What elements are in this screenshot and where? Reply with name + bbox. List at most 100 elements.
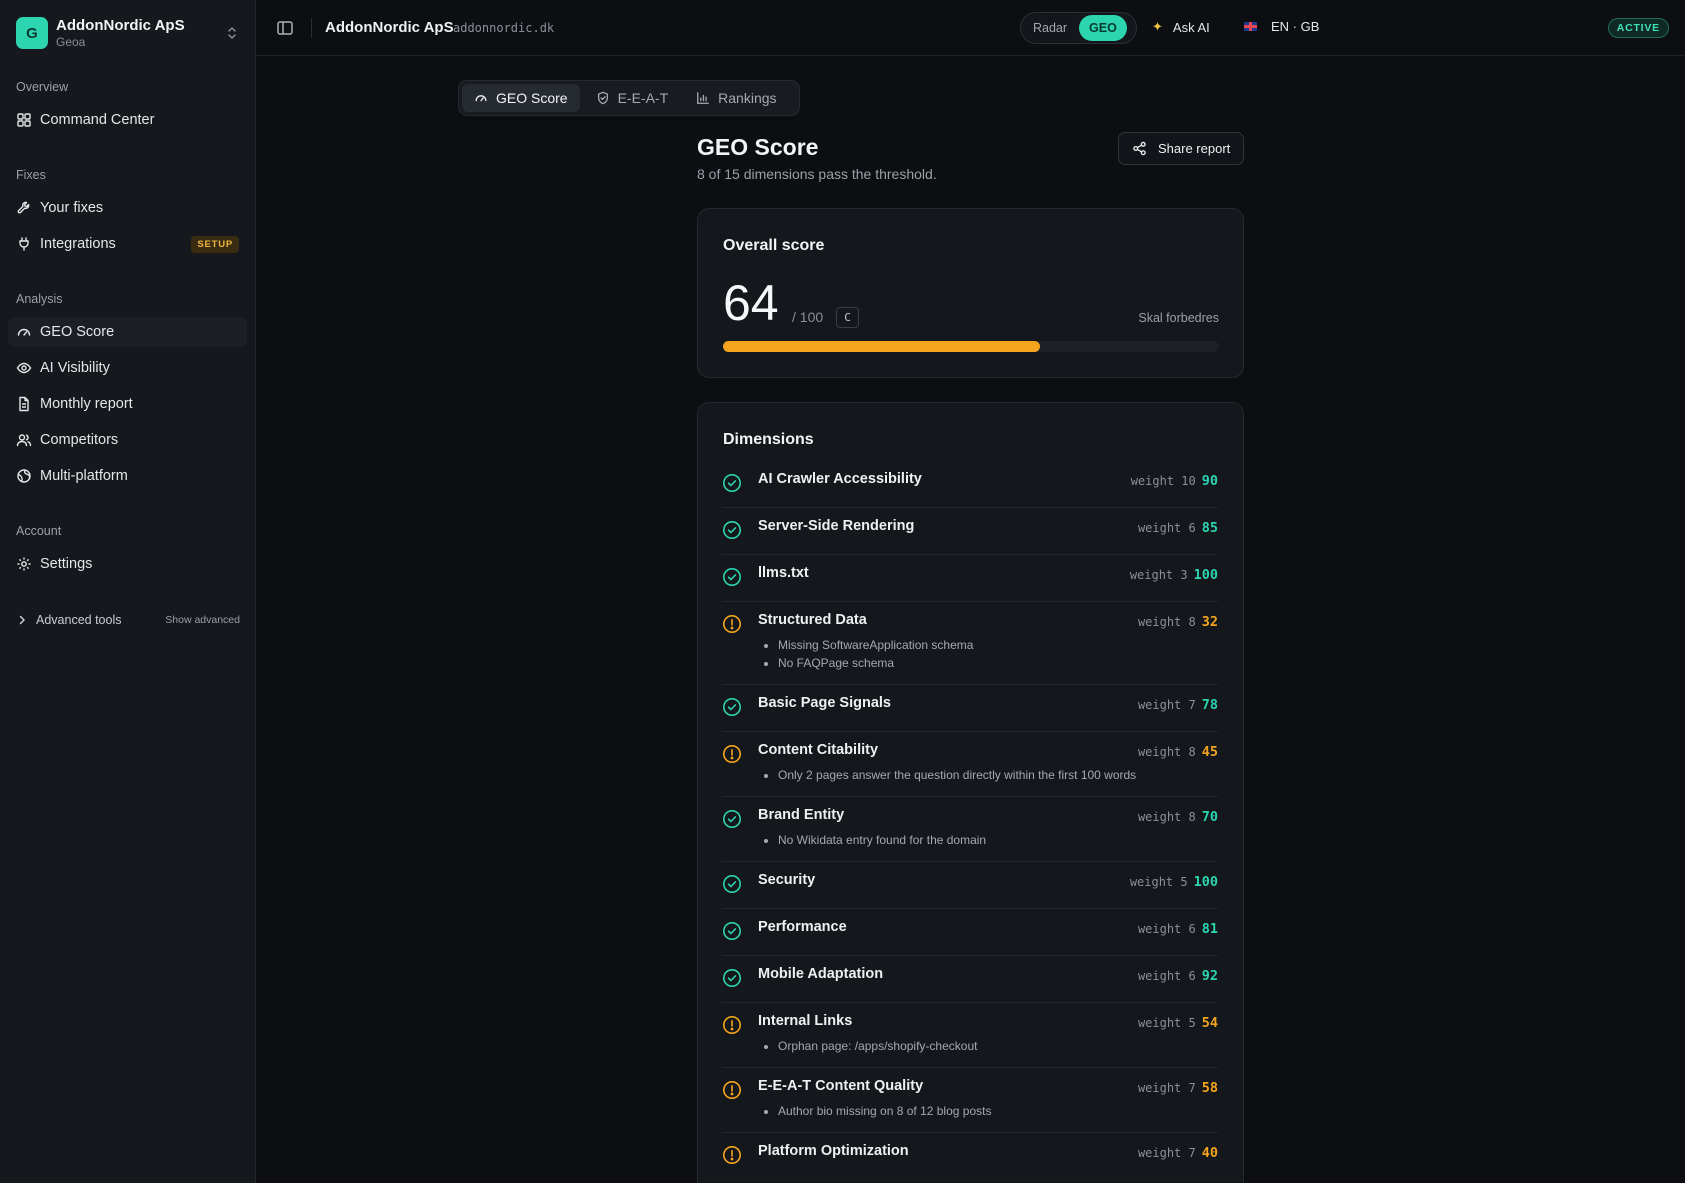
sidebar-item-competitors[interactable]: Competitors	[8, 425, 247, 455]
sidebar: G AddonNordic ApS Geoa Overview Command …	[0, 0, 256, 1183]
dimension-row[interactable]: Basic Page Signals weight 7 78	[722, 685, 1218, 732]
dimension-note: No FAQPage schema	[778, 654, 973, 672]
dimension-name: Server-Side Rendering	[758, 518, 915, 534]
users-icon	[16, 434, 32, 447]
plug-icon	[19, 237, 29, 251]
tab-rankings[interactable]: Rankings	[684, 84, 788, 112]
sidebar-item-label: AI Visibility	[40, 360, 110, 376]
dimension-name: Mobile Adaptation	[758, 966, 884, 982]
dimension-weight: weight 6	[1137, 922, 1196, 936]
check-circle-icon	[723, 875, 741, 893]
sidebar-item-command-center[interactable]: Command Center	[8, 105, 247, 135]
dimension-name: AI Crawler Accessibility	[758, 471, 922, 487]
sidebar-item-your-fixes[interactable]: Your fixes	[8, 193, 247, 223]
dimension-score: 45	[1201, 744, 1218, 760]
sidebar-item-label: Settings	[40, 556, 93, 572]
dimension-row[interactable]: Internal Links weight 5 54 Orphan page: /ap…	[722, 1003, 1218, 1068]
page-subtitle: 8 of 15 dimensions pass the threshold.	[697, 166, 937, 182]
dimension-weight: weight 5	[1137, 1016, 1196, 1030]
share-icon	[1133, 141, 1146, 156]
page-title: GEO Score	[697, 134, 819, 160]
chevron-right-icon	[19, 615, 25, 625]
dimension-weight: weight 7	[1137, 698, 1196, 712]
globe-icon	[17, 469, 31, 483]
dimension-score: 100	[1193, 874, 1218, 890]
dimension-name: Basic Page Signals	[758, 695, 891, 711]
dimension-row[interactable]: Brand Entity weight 8 70 No Wikidata entry …	[722, 797, 1218, 862]
dimension-row[interactable]: Mobile Adaptation weight 6 92	[722, 956, 1218, 1003]
org-name: AddonNordic ApS	[56, 16, 185, 34]
dimension-score: 90	[1201, 473, 1218, 489]
alert-circle-icon	[723, 1016, 741, 1034]
divider	[311, 18, 312, 38]
ask-ai-button[interactable]: ✦ Ask AI	[1152, 19, 1210, 35]
overall-score-card: Overall score 64 / 100 C Skal forbedres	[697, 208, 1244, 378]
dimension-score: 40	[1201, 1145, 1218, 1161]
check-circle-icon	[723, 568, 741, 586]
tab-geo-score[interactable]: GEO Score	[462, 84, 580, 112]
sidebar-item-settings[interactable]: Settings	[8, 549, 247, 579]
dimension-name: Performance	[758, 919, 847, 935]
dimension-notes: No Wikidata entry found for the domain	[778, 831, 986, 849]
dimension-row[interactable]: AI Crawler Accessibility weight 10 90	[722, 461, 1218, 508]
check-circle-icon	[723, 474, 741, 492]
workspace-domain: addonnordic.dk	[453, 21, 555, 35]
sidebar-item-integrations[interactable]: Integrations SETUP	[8, 229, 247, 259]
dimension-row[interactable]: E-E-A-T Content Quality weight 7 58 Author …	[722, 1068, 1218, 1133]
dimension-score: 78	[1201, 697, 1218, 713]
mode-radar-button[interactable]: Radar	[1023, 15, 1077, 41]
sidebar-item-geo-score[interactable]: GEO Score	[8, 317, 247, 347]
org-switcher[interactable]: G AddonNordic ApS Geoa	[16, 16, 240, 50]
dimension-weight: weight 8	[1137, 745, 1196, 759]
alert-circle-icon	[723, 615, 741, 633]
language-selector[interactable]: EN · GB	[1244, 19, 1319, 34]
dimension-row[interactable]: Content Citability weight 8 45 Only 2 pages…	[722, 732, 1218, 797]
sidebar-item-label: Your fixes	[40, 200, 104, 216]
dimension-name: Brand Entity	[758, 807, 845, 823]
overall-score-max: / 100	[792, 309, 824, 325]
dimension-score: 32	[1201, 614, 1218, 630]
section-fixes: Fixes	[16, 168, 46, 182]
dimension-score: 54	[1201, 1015, 1218, 1031]
share-report-button[interactable]: Share report	[1118, 132, 1244, 165]
sidebar-toggle-icon[interactable]	[276, 19, 294, 37]
dimension-note: Orphan page: /apps/shopify-checkout	[778, 1037, 977, 1055]
workspace-title: AddonNordic ApS	[325, 19, 454, 36]
dimension-row[interactable]: Structured Data weight 8 32 Missing Softwar…	[722, 602, 1218, 685]
alert-circle-icon	[723, 1146, 741, 1164]
language-label: EN · GB	[1271, 19, 1320, 34]
advanced-tools[interactable]: Advanced tools Show advanced	[16, 609, 240, 631]
gear-icon	[17, 557, 31, 571]
mode-geo-button[interactable]: GEO	[1079, 15, 1127, 41]
score-rating-label: Skal forbedres	[1138, 311, 1219, 325]
flag-gb-icon	[1244, 22, 1257, 31]
dimension-row[interactable]: Platform Optimization weight 7 40	[722, 1133, 1218, 1180]
check-circle-icon	[723, 922, 741, 940]
dimension-score: 100	[1193, 567, 1218, 583]
dimension-weight: weight 8	[1137, 810, 1196, 824]
dimension-row[interactable]: Performance weight 6 81	[722, 909, 1218, 956]
sidebar-item-label: Monthly report	[40, 396, 133, 412]
dimension-row[interactable]: Server-Side Rendering weight 6 85	[722, 508, 1218, 555]
dimension-row[interactable]: llms.txt weight 3 100	[722, 555, 1218, 602]
sidebar-item-multi-platform[interactable]: Multi-platform	[8, 461, 247, 491]
sidebar-item-monthly-report[interactable]: Monthly report	[8, 389, 247, 419]
dimension-row[interactable]: Security weight 5 100	[722, 862, 1218, 909]
dimension-note: No Wikidata entry found for the domain	[778, 831, 986, 849]
dimension-score: 70	[1201, 809, 1218, 825]
gauge-icon	[475, 95, 487, 102]
setup-badge: SETUP	[191, 236, 239, 253]
tab-eeat[interactable]: E-E-A-T	[584, 84, 681, 112]
sidebar-item-ai-visibility[interactable]: AI Visibility	[8, 353, 247, 383]
dimension-name: llms.txt	[758, 565, 809, 581]
check-circle-icon	[723, 810, 741, 828]
sidebar-item-label: GEO Score	[40, 324, 115, 340]
dimension-notes: Author bio missing on 8 of 12 blog posts	[778, 1102, 991, 1120]
dimension-note: Only 2 pages answer the question directl…	[778, 766, 1136, 784]
sidebar-item-label: Competitors	[40, 432, 119, 448]
file-icon	[19, 396, 29, 412]
dimension-score: 58	[1201, 1080, 1218, 1096]
dimension-note: Missing SoftwareApplication schema	[778, 636, 973, 654]
overall-score-title: Overall score	[723, 237, 825, 254]
show-advanced-button[interactable]: Show advanced	[165, 614, 240, 626]
